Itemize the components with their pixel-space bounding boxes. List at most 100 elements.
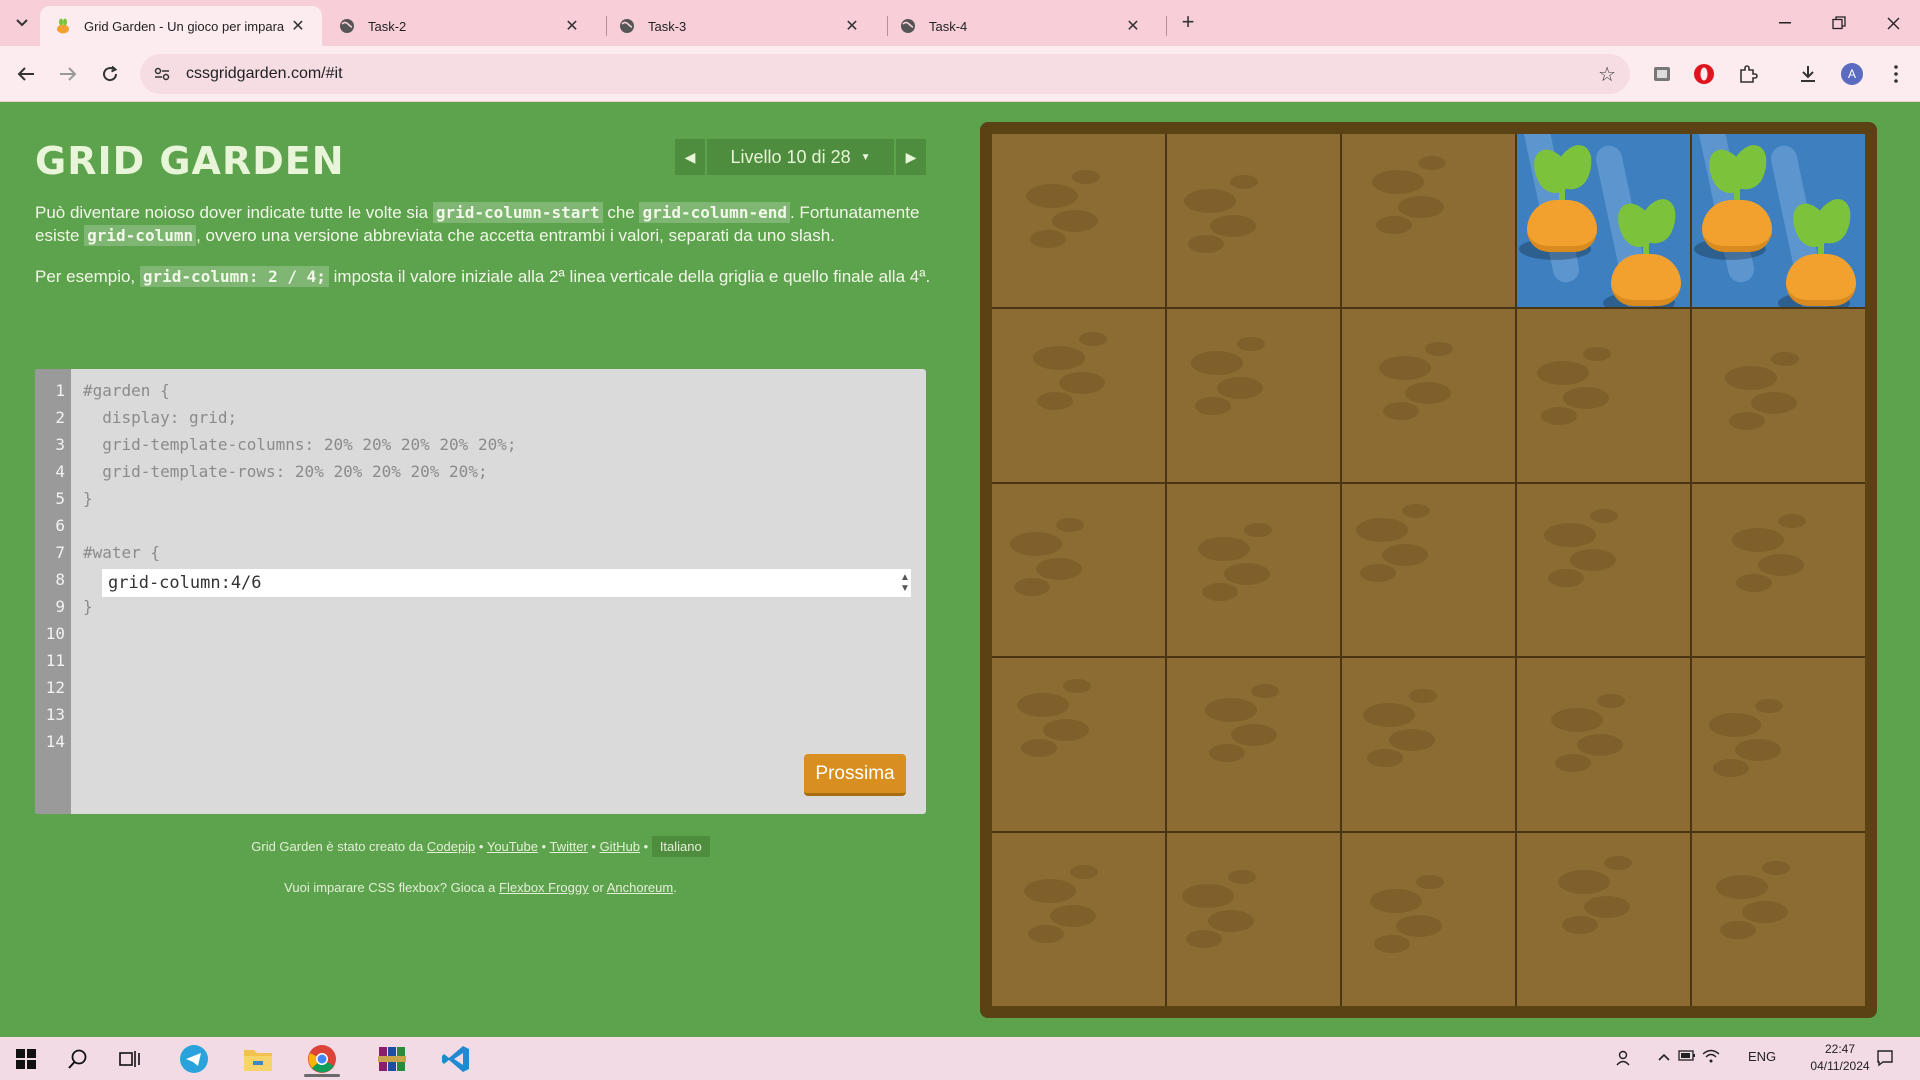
soil-spot: [1541, 406, 1577, 425]
soil-spot: [1209, 744, 1245, 763]
water-cell: [1517, 134, 1690, 307]
github-link[interactable]: GitHub: [600, 839, 640, 854]
soil-cell: [1692, 483, 1865, 657]
windows-start-icon[interactable]: [4, 1041, 48, 1077]
people-icon[interactable]: [1616, 1049, 1634, 1070]
restore-icon[interactable]: [1824, 10, 1854, 36]
notifications-icon[interactable]: [1876, 1049, 1894, 1070]
line-number: 1: [55, 381, 65, 400]
soil-spot: [1182, 884, 1234, 909]
soil-spot: [1244, 522, 1272, 537]
twitter-link[interactable]: Twitter: [549, 839, 587, 854]
soil-spot: [1079, 331, 1107, 346]
close-window-icon[interactable]: [1878, 10, 1908, 36]
soil-spot: [1720, 921, 1756, 940]
soil-spot: [1024, 879, 1076, 904]
extension-screenshot-icon[interactable]: [1648, 60, 1676, 88]
soil-spot: [1771, 351, 1799, 366]
soil-spot: [1555, 754, 1591, 773]
chrome-icon[interactable]: [300, 1041, 344, 1077]
browser-menu-icon[interactable]: [1882, 60, 1910, 88]
soil-spot: [1224, 562, 1270, 585]
soil-spot: [1026, 184, 1078, 208]
line-number: 12: [45, 678, 65, 697]
soil-spot: [1382, 543, 1428, 566]
site-settings-icon[interactable]: [152, 64, 172, 84]
soil-cell: [1517, 833, 1690, 1006]
bookmark-star-icon[interactable]: ☆: [1598, 62, 1616, 87]
level-selector[interactable]: Livello 10 di 28 ▼: [707, 139, 894, 175]
textarea-resize-arrows-icon[interactable]: ▲ ▼: [898, 572, 912, 596]
soil-spot: [1583, 346, 1611, 361]
opera-extension-icon[interactable]: [1690, 60, 1718, 88]
show-hidden-icons-chevron-icon[interactable]: [1658, 1049, 1670, 1064]
soil-spot: [1072, 170, 1100, 184]
minimize-icon[interactable]: [1770, 10, 1800, 36]
soil-spot: [1210, 215, 1256, 237]
globe-icon: [899, 17, 917, 35]
close-tab-icon[interactable]: ✕: [288, 16, 308, 36]
soil-spot: [1028, 925, 1064, 944]
tab-task-4[interactable]: Task-4 ✕: [885, 6, 1157, 46]
soil-spot: [1778, 513, 1806, 528]
instruction-text: Può diventare noioso dover indicate tutt…: [35, 203, 433, 222]
search-icon[interactable]: [56, 1041, 100, 1077]
previous-level-arrow-icon[interactable]: ◀: [675, 139, 705, 175]
soil-spot: [1043, 719, 1089, 742]
tab-search-chevron-icon[interactable]: [10, 11, 34, 35]
language-indicator[interactable]: ENG: [1748, 1049, 1776, 1064]
codepip-link[interactable]: Codepip: [427, 839, 475, 854]
language-selector[interactable]: Italiano: [651, 836, 710, 857]
soil-spot: [1014, 577, 1050, 596]
address-bar[interactable]: cssgridgarden.com/#it ☆: [140, 54, 1630, 94]
soil-spot: [1228, 870, 1256, 885]
close-tab-icon[interactable]: ✕: [1123, 16, 1143, 36]
close-tab-icon[interactable]: ✕: [562, 16, 582, 36]
tab-grid-garden[interactable]: Grid Garden - Un gioco per impara ✕: [40, 6, 322, 46]
soil-spot: [1356, 517, 1408, 542]
soil-cell: [1517, 658, 1690, 832]
soil-spot: [1374, 935, 1410, 954]
css-answer-input[interactable]: grid-column:4/6: [102, 569, 911, 597]
soil-spot: [1363, 703, 1415, 728]
vscode-icon[interactable]: [434, 1041, 478, 1077]
profile-avatar[interactable]: A: [1838, 60, 1866, 88]
task-view-icon[interactable]: [108, 1041, 152, 1077]
forward-arrow-icon[interactable]: [54, 60, 82, 88]
next-level-arrow-icon[interactable]: ▶: [896, 139, 926, 175]
globe-icon: [338, 17, 356, 35]
battery-icon[interactable]: [1678, 1049, 1696, 1064]
css-editor: 1 2 3 4 5 6 7 8 9 10 11 12 13 14 #garden…: [35, 369, 926, 814]
soil-cell: [1167, 308, 1340, 482]
soil-spot: [1562, 916, 1598, 935]
wifi-icon[interactable]: [1702, 1049, 1720, 1066]
code-line: }: [83, 597, 93, 616]
code-line: grid-template-columns: 20% 20% 20% 20% 2…: [83, 435, 517, 454]
clock-time: 22:47: [1824, 1042, 1856, 1056]
close-tab-icon[interactable]: ✕: [842, 16, 862, 36]
carrot-favicon-icon: [54, 17, 72, 35]
soil-spot: [1418, 156, 1446, 170]
download-icon[interactable]: [1794, 60, 1822, 88]
extensions-puzzle-icon[interactable]: [1734, 60, 1762, 88]
flexbox-froggy-link[interactable]: Flexbox Froggy: [499, 880, 589, 895]
back-arrow-icon[interactable]: [12, 60, 40, 88]
new-tab-plus-icon[interactable]: +: [1176, 11, 1200, 35]
youtube-link[interactable]: YouTube: [487, 839, 538, 854]
soil-spot: [1570, 548, 1616, 571]
tab-task-3[interactable]: Task-3 ✕: [604, 6, 876, 46]
reload-icon[interactable]: [96, 60, 124, 88]
file-explorer-icon[interactable]: [236, 1041, 280, 1077]
tab-title: Task-4: [929, 18, 968, 34]
anchoreum-link[interactable]: Anchoreum: [607, 880, 673, 895]
url-text[interactable]: cssgridgarden.com/#it: [186, 65, 343, 83]
taskbar-clock[interactable]: 22:47 04/11/2024: [1800, 1041, 1880, 1075]
soil-spot: [1383, 401, 1419, 420]
tab-task-2[interactable]: Task-2 ✕: [324, 6, 596, 46]
soil-spot: [1716, 875, 1768, 900]
next-button[interactable]: Prossima: [804, 754, 906, 796]
water-cell: [1692, 134, 1865, 307]
winrar-icon[interactable]: [370, 1041, 414, 1077]
telegram-icon[interactable]: [172, 1041, 216, 1077]
soil-cell: [1167, 483, 1340, 657]
